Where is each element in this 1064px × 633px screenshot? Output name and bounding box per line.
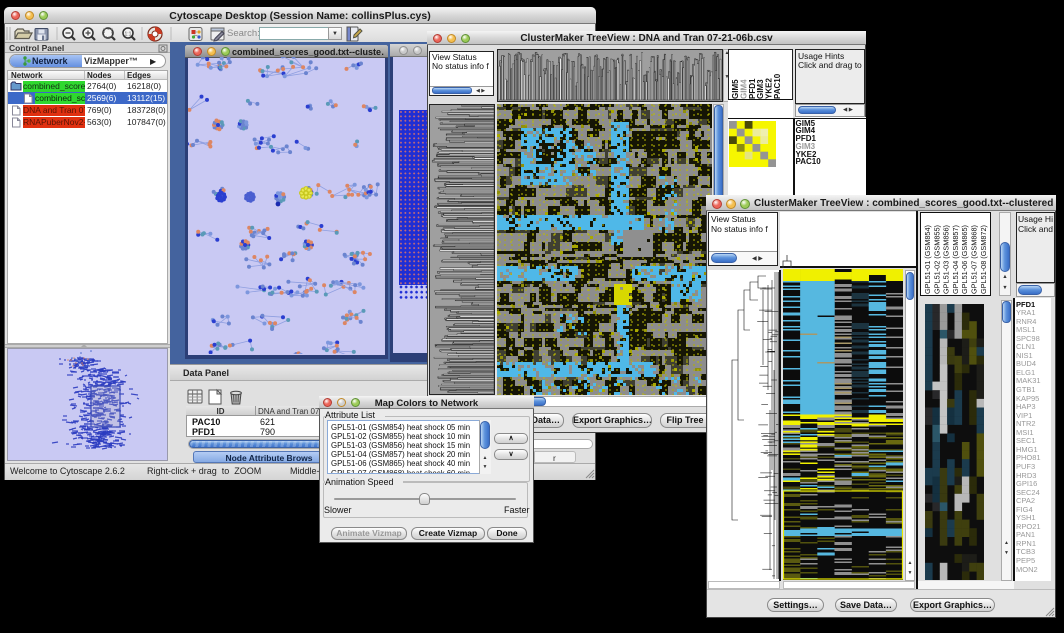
svg-text:GPL51-07 (GSM868): GPL51-07 (GSM868): [970, 225, 979, 294]
svg-text:GPL51-01 (GSM854): GPL51-01 (GSM854): [923, 225, 932, 294]
svg-text:GPL51-06 (GSM865): GPL51-06 (GSM865): [960, 225, 969, 294]
svg-text:GPL51-08 (GSM872): GPL51-08 (GSM872): [979, 225, 988, 294]
svg-text:GPL51-02 (GSM855): GPL51-02 (GSM855): [932, 225, 941, 294]
svg-text:GPL51-04 (GSM857): GPL51-04 (GSM857): [951, 225, 960, 294]
svg-text:1:1: 1:1: [125, 32, 132, 38]
svg-text:GPL51-03 (GSM856): GPL51-03 (GSM856): [942, 225, 951, 294]
svg-text:PAC10: PAC10: [773, 73, 782, 99]
